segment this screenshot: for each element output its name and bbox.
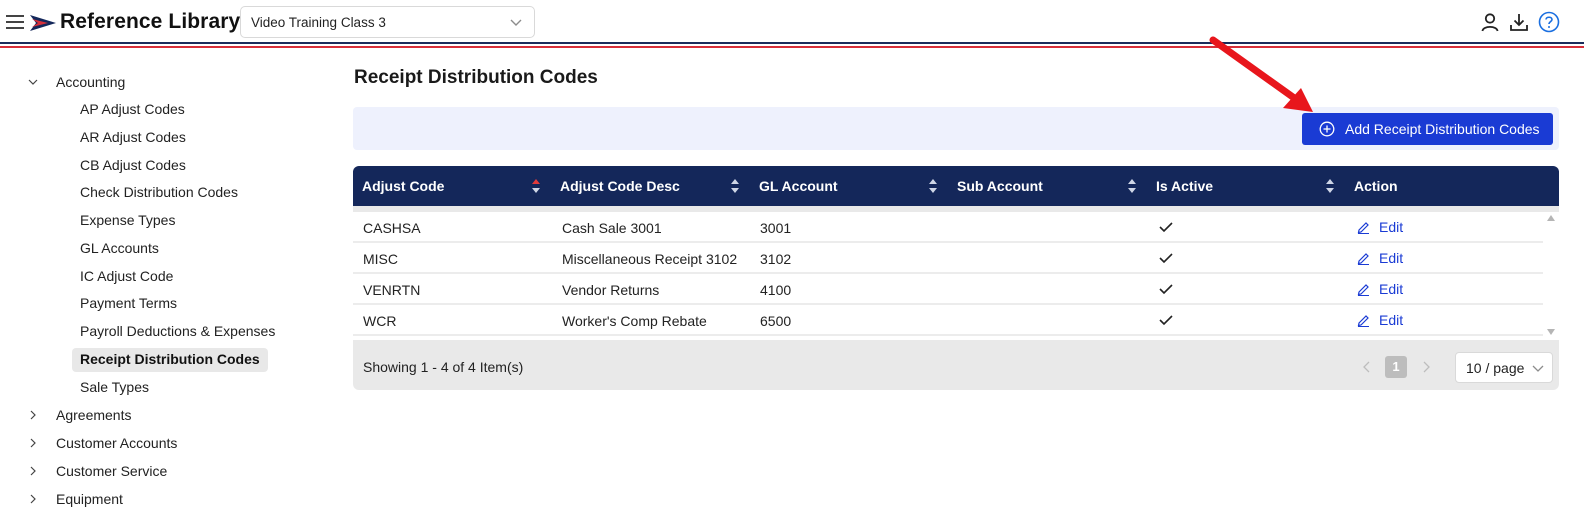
page-title: Receipt Distribution Codes bbox=[354, 67, 598, 88]
column-header-adjust-code[interactable]: Adjust Code bbox=[362, 178, 444, 194]
pagination-info: Showing 1 - 4 of 4 Item(s) bbox=[363, 359, 524, 375]
cell-adjust-code-desc: Cash Sale 3001 bbox=[562, 220, 662, 236]
page-size-select[interactable]: 10 / page bbox=[1455, 352, 1553, 383]
sidebar-group-accounting[interactable]: Accounting bbox=[56, 74, 125, 90]
table-row: CASHSA Cash Sale 3001 3001 Edit bbox=[353, 212, 1543, 243]
cell-gl-account: 6500 bbox=[760, 313, 792, 329]
data-table: Adjust Code Adjust Code Desc GL Account … bbox=[353, 166, 1559, 390]
sidebar-group-agreements[interactable]: Agreements bbox=[56, 407, 131, 423]
app-header: Reference Library Video Training Class 3 bbox=[0, 0, 1584, 44]
column-header-is-active[interactable]: Is Active bbox=[1156, 178, 1213, 194]
sidebar-item-cb-adjust-codes[interactable]: CB Adjust Codes bbox=[72, 154, 194, 178]
scroll-up-icon[interactable] bbox=[1546, 214, 1556, 222]
sidebar-group-equipment[interactable]: Equipment bbox=[56, 491, 123, 507]
chevron-down-icon bbox=[510, 19, 522, 26]
plus-circle-icon bbox=[1319, 121, 1335, 137]
header-red-stripe bbox=[0, 46, 1584, 48]
cell-adjust-code-desc: Worker's Comp Rebate bbox=[562, 313, 707, 329]
sidebar-item-check-distribution-codes[interactable]: Check Distribution Codes bbox=[72, 181, 246, 205]
check-icon bbox=[1159, 284, 1173, 295]
column-header-sub-account[interactable]: Sub Account bbox=[957, 178, 1043, 194]
sort-icon[interactable] bbox=[1325, 178, 1335, 194]
chevron-down-icon[interactable] bbox=[28, 77, 38, 87]
chevron-right-icon[interactable] bbox=[28, 494, 38, 504]
cell-gl-account: 3102 bbox=[760, 251, 792, 267]
edit-icon bbox=[1357, 253, 1369, 265]
sort-icon[interactable] bbox=[730, 178, 740, 194]
table-row: MISC Miscellaneous Receipt 3102 3102 Edi… bbox=[353, 243, 1543, 274]
sidebar-item-ic-adjust-code[interactable]: IC Adjust Code bbox=[72, 265, 181, 289]
sidebar-item-gl-accounts[interactable]: GL Accounts bbox=[72, 237, 167, 261]
sort-icon[interactable] bbox=[1127, 178, 1137, 194]
cell-adjust-code: MISC bbox=[363, 251, 398, 267]
prev-page-icon[interactable] bbox=[1362, 361, 1372, 373]
brand-logo bbox=[30, 15, 56, 31]
table-body: CASHSA Cash Sale 3001 3001 Edit MISC Mis… bbox=[353, 212, 1543, 340]
sidebar-item-sale-types[interactable]: Sale Types bbox=[72, 376, 157, 400]
add-receipt-distribution-codes-button[interactable]: Add Receipt Distribution Codes bbox=[1302, 113, 1553, 145]
chevron-right-icon[interactable] bbox=[28, 466, 38, 476]
edit-icon bbox=[1357, 222, 1369, 234]
hamburger-menu-icon[interactable] bbox=[6, 14, 24, 30]
user-icon[interactable] bbox=[1480, 12, 1500, 32]
class-select-value: Video Training Class 3 bbox=[251, 15, 386, 30]
sidebar-item-payment-terms[interactable]: Payment Terms bbox=[72, 292, 185, 316]
sidebar-item-ar-adjust-codes[interactable]: AR Adjust Codes bbox=[72, 126, 194, 150]
class-select[interactable]: Video Training Class 3 bbox=[240, 6, 535, 38]
sidebar-item-ap-adjust-codes[interactable]: AP Adjust Codes bbox=[72, 98, 193, 122]
sort-icon[interactable] bbox=[928, 178, 938, 194]
sort-icon[interactable] bbox=[531, 178, 541, 194]
chevron-right-icon[interactable] bbox=[28, 410, 38, 420]
chevron-right-icon[interactable] bbox=[28, 438, 38, 448]
sidebar-group-customer-service[interactable]: Customer Service bbox=[56, 463, 167, 479]
download-icon[interactable] bbox=[1509, 12, 1529, 32]
sidebar-item-payroll-deductions[interactable]: Payroll Deductions & Expenses bbox=[72, 320, 283, 344]
edit-label: Edit bbox=[1379, 219, 1404, 235]
edit-icon bbox=[1357, 284, 1369, 296]
chevron-down-icon bbox=[1532, 365, 1544, 372]
sidebar-item-receipt-distribution-codes[interactable]: Receipt Distribution Codes bbox=[72, 348, 268, 372]
edit-label: Edit bbox=[1379, 281, 1404, 297]
cell-adjust-code: WCR bbox=[363, 313, 397, 329]
header-navy-stripe bbox=[0, 42, 1584, 44]
cell-adjust-code-desc: Vendor Returns bbox=[562, 282, 660, 298]
cell-gl-account: 4100 bbox=[760, 282, 792, 298]
table-row: VENRTN Vendor Returns 4100 Edit bbox=[353, 274, 1543, 305]
next-page-icon[interactable] bbox=[1421, 361, 1431, 373]
edit-label: Edit bbox=[1379, 250, 1404, 266]
page-size-value: 10 / page bbox=[1466, 360, 1525, 376]
cell-gl-account: 3001 bbox=[760, 220, 792, 236]
column-header-adjust-code-desc[interactable]: Adjust Code Desc bbox=[560, 178, 680, 194]
cell-adjust-code: CASHSA bbox=[363, 220, 421, 236]
sidebar-item-expense-types[interactable]: Expense Types bbox=[72, 209, 183, 233]
table-header: Adjust Code Adjust Code Desc GL Account … bbox=[353, 166, 1559, 206]
cell-adjust-code: VENRTN bbox=[363, 282, 421, 298]
app-title: Reference Library bbox=[60, 10, 241, 33]
scroll-down-icon[interactable] bbox=[1546, 328, 1556, 336]
current-page[interactable]: 1 bbox=[1385, 356, 1407, 378]
sidebar-group-customer-accounts[interactable]: Customer Accounts bbox=[56, 435, 177, 451]
edit-icon bbox=[1357, 315, 1369, 327]
add-button-label: Add Receipt Distribution Codes bbox=[1345, 121, 1540, 137]
check-icon bbox=[1159, 253, 1173, 264]
edit-label: Edit bbox=[1379, 312, 1404, 328]
check-icon bbox=[1159, 315, 1173, 326]
column-header-action: Action bbox=[1354, 178, 1398, 194]
help-icon[interactable] bbox=[1538, 11, 1560, 33]
cell-adjust-code-desc: Miscellaneous Receipt 3102 bbox=[562, 251, 738, 267]
check-icon bbox=[1159, 222, 1173, 233]
table-scrollbar[interactable] bbox=[1543, 212, 1559, 340]
column-header-gl-account[interactable]: GL Account bbox=[759, 178, 838, 194]
table-row: WCR Worker's Comp Rebate 6500 Edit bbox=[353, 305, 1543, 336]
